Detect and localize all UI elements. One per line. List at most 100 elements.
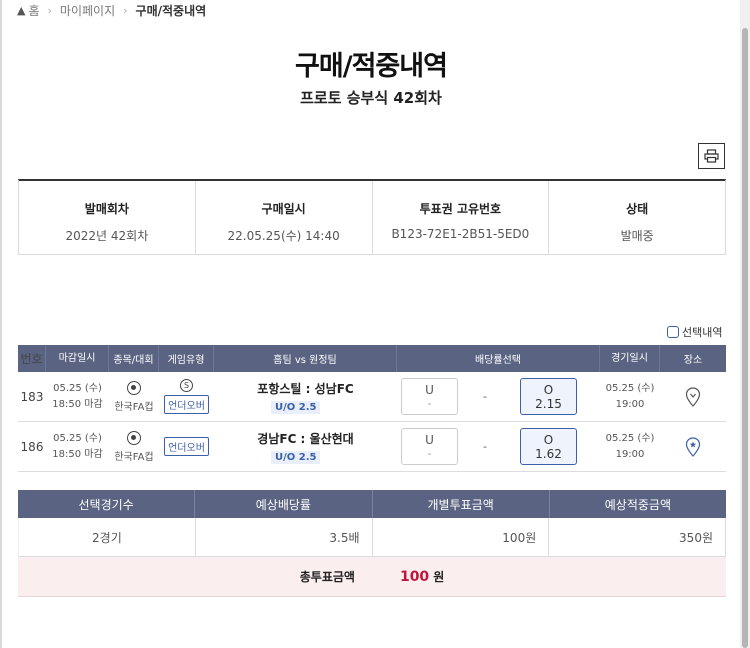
- col-header: 번호: [18, 345, 46, 372]
- odds-value: -: [427, 447, 432, 460]
- handicap-badge: U/O 2.5: [271, 450, 321, 464]
- summary-table: 선택경기수 예상배당률 개별투표금액 예상적중금액 2경기 3.5배 100원 …: [18, 490, 726, 597]
- handicap-badge: U/O 2.5: [271, 400, 321, 414]
- col-header: 장소: [683, 355, 703, 366]
- odds-under-button[interactable]: U -: [401, 428, 458, 465]
- teams-name: 포항스틸 : 성남FC: [257, 381, 354, 396]
- odds-over-button[interactable]: O 1.62: [520, 428, 577, 465]
- breadcrumb-home[interactable]: 홈: [28, 2, 39, 19]
- scrollbar-thumb[interactable]: [742, 28, 748, 648]
- breadcrumb-current: 구매/적중내역: [135, 4, 207, 18]
- info-value: B123-72E1-2B51-5ED0: [391, 227, 530, 241]
- info-status: 상태 발매중: [549, 181, 725, 254]
- odds-under-button[interactable]: U -: [401, 378, 458, 415]
- page-subtitle: 프로토 승부식 42회차: [300, 89, 442, 107]
- odds-over-button[interactable]: O 2.15: [520, 378, 577, 415]
- game-teams: 포항스틸 : 성남FC U/O 2.5: [214, 372, 397, 421]
- game-table: 번호 마감일시 종목/대회 게임유형 홈팀 vs 원정팀 배당률선택 경기일시 …: [18, 345, 726, 472]
- info-label: 상태: [626, 202, 649, 216]
- deadline-date: 05.25 (수): [53, 432, 102, 444]
- total-bet-label: 총투표금액: [299, 570, 355, 584]
- expected-payout: 350원: [549, 518, 726, 556]
- game-time: 19:00: [615, 448, 645, 460]
- printer-icon: [704, 149, 719, 163]
- game-teams: 경남FC : 울산현대 U/O 2.5: [214, 422, 397, 471]
- odds-middle: -: [483, 390, 487, 403]
- game-type: S 언더오버: [159, 372, 214, 421]
- col-header: 배당률선택: [397, 345, 600, 372]
- deadline-time: 18:50 마감: [52, 398, 103, 410]
- total-bet-unit: 원: [433, 570, 445, 584]
- total-bet-amount: 100: [399, 568, 430, 585]
- single-game-icon: S: [180, 379, 193, 392]
- game-deadline: 05.25 (수) 18:50 마감: [46, 422, 109, 471]
- soccer-ball-icon: [127, 430, 141, 445]
- game-deadline: 05.25 (수) 18:50 마감: [46, 372, 109, 421]
- game-place: [660, 422, 726, 471]
- col-header: 홈팀 vs 원정팀: [214, 345, 397, 372]
- expected-odds: 3.5배: [196, 518, 373, 556]
- print-button[interactable]: [698, 143, 725, 169]
- chevron-right-icon: ›: [123, 4, 128, 17]
- teams-name: 경남FC : 울산현대: [257, 431, 354, 446]
- odds-value: 1.62: [535, 446, 562, 461]
- deadline-time: 18:50 마감: [52, 448, 103, 460]
- selected-only-toggle[interactable]: 선택내역: [667, 324, 722, 340]
- selected-only-label: 선택내역: [682, 326, 723, 339]
- summary-header: 선택경기수 예상배당률 개별투표금액 예상적중금액: [18, 490, 726, 518]
- chevron-right-icon: ›: [47, 4, 52, 17]
- breadcrumb-mypage[interactable]: 마이페이지: [60, 2, 115, 19]
- checkbox[interactable]: [667, 326, 679, 338]
- selected-games-count: 2경기: [19, 518, 196, 556]
- info-label: 구매일시: [261, 202, 306, 216]
- col-header: 예상배당률: [195, 490, 373, 518]
- odds-selection: U - - O 1.62: [397, 422, 600, 471]
- map-pin-icon[interactable]: [685, 436, 701, 457]
- odds-label: O: [543, 432, 554, 447]
- table-row: 183 05.25 (수) 18:50 마감 한국FA컵 S 언더오버 포항스틸…: [18, 372, 726, 422]
- col-header: 마감일시: [46, 345, 109, 372]
- breadcrumb: ▲ 홈 › 마이페이지 › 구매/적중내역: [17, 2, 206, 19]
- league-name: 한국FA컵: [114, 451, 154, 463]
- odds-value: -: [427, 397, 432, 410]
- col-header: 선택경기수: [18, 490, 196, 518]
- info-value: 22.05.25(수) 14:40: [227, 229, 340, 243]
- odds-middle: -: [483, 440, 487, 453]
- info-label: 투표권 고유번호: [419, 202, 502, 216]
- deadline-date: 05.25 (수): [53, 382, 102, 394]
- odds-value: 2.15: [535, 396, 562, 411]
- league-name: 한국FA컵: [114, 401, 154, 413]
- soccer-ball-icon: [127, 380, 141, 395]
- info-label: 발매회차: [84, 202, 129, 216]
- table-row: 186 05.25 (수) 18:50 마감 한국FA컵 언더오버 경남FC :…: [18, 422, 726, 472]
- info-purchase-date: 구매일시 22.05.25(수) 14:40: [196, 181, 373, 254]
- game-date: 05.25 (수): [605, 382, 655, 394]
- game-date: 05.25 (수): [605, 432, 655, 444]
- col-header: 개별투표금액: [373, 490, 550, 518]
- game-league: 한국FA컵: [109, 422, 159, 471]
- col-header: 종목/대회: [109, 345, 159, 372]
- info-ticket-id: 투표권 고유번호 B123-72E1-2B51-5ED0: [373, 181, 550, 254]
- info-round: 발매회차 2022년 42회차: [19, 181, 196, 254]
- game-table-header: 번호 마감일시 종목/대회 게임유형 홈팀 vs 원정팀 배당률선택 경기일시 …: [18, 345, 726, 372]
- game-number: 186: [20, 439, 44, 454]
- game-type: 언더오버: [159, 422, 214, 471]
- game-datetime: 05.25 (수) 19:00: [600, 422, 660, 471]
- total-bet-row: 총투표금액 100 원: [18, 557, 726, 597]
- info-value: 2022년 42회차: [65, 229, 149, 243]
- map-pin-icon[interactable]: [685, 386, 701, 407]
- info-value: 발매중: [620, 229, 654, 243]
- col-header: 게임유형: [159, 345, 214, 372]
- game-type-badge: 언더오버: [164, 437, 209, 456]
- game-time: 19:00: [615, 398, 645, 410]
- game-type-badge: 언더오버: [164, 395, 209, 414]
- game-number: 183: [20, 389, 44, 404]
- odds-label: U: [425, 433, 434, 447]
- game-league: 한국FA컵: [109, 372, 159, 421]
- bet-amount: 100원: [373, 518, 550, 556]
- odds-label: O: [543, 382, 554, 397]
- ticket-info-table: 발매회차 2022년 42회차 구매일시 22.05.25(수) 14:40 투…: [18, 179, 726, 255]
- home-icon[interactable]: ▲: [17, 4, 25, 17]
- col-header: 경기일시: [600, 345, 660, 372]
- odds-selection: U - - O 2.15: [397, 372, 600, 421]
